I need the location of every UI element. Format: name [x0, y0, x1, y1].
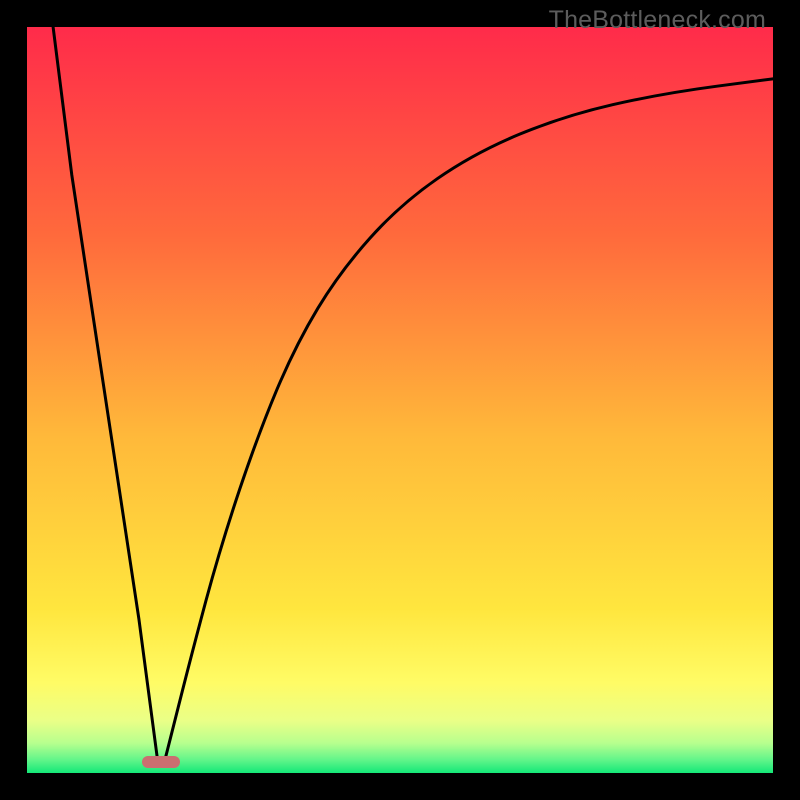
chart-area: [27, 27, 773, 773]
optimal-marker: [142, 756, 180, 768]
watermark-text: TheBottleneck.com: [549, 6, 766, 35]
bottleneck-curve: [27, 27, 773, 773]
